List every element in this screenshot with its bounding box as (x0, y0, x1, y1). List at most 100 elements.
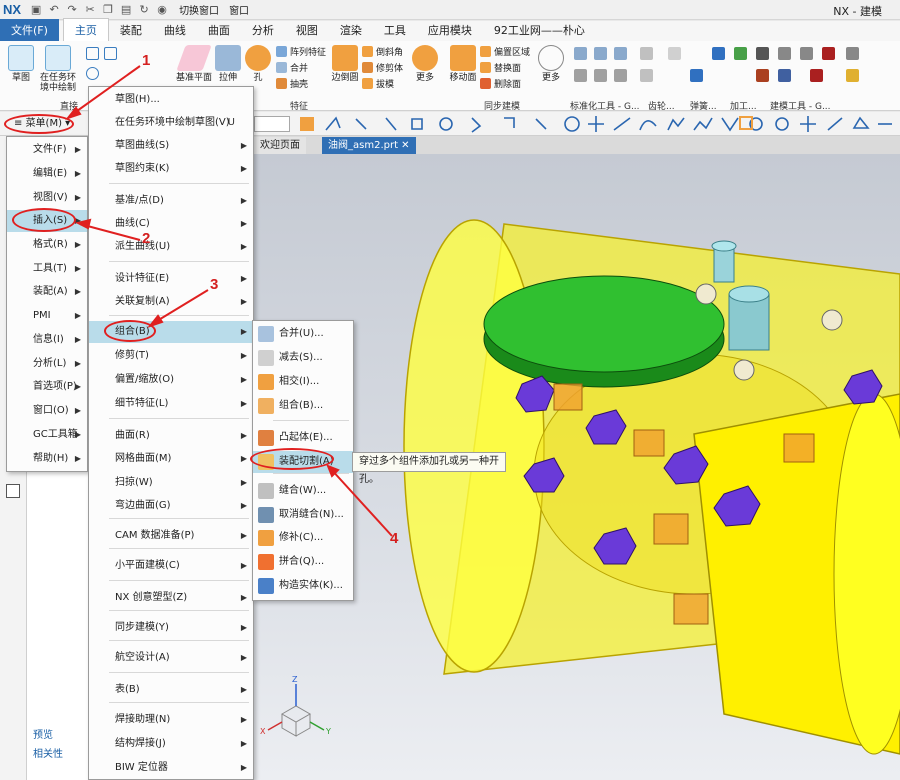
spring-tool-icon-2[interactable] (690, 69, 703, 82)
spring-tool-icon[interactable] (668, 47, 681, 60)
std-tool-icon-5[interactable] (594, 69, 607, 82)
modeling-tool-icon-6[interactable] (778, 69, 791, 82)
check-tool-icon[interactable] (734, 47, 747, 60)
insert-menu-item-22[interactable]: 表(B) ▶ (89, 679, 253, 701)
tab-analysis[interactable]: 分析 (241, 19, 285, 41)
insert-menu-item-11[interactable]: 偏置/缩放(O) ▶ (89, 369, 253, 391)
main-menu-item-12[interactable]: GC工具箱 ▶ (7, 424, 87, 446)
insert-menu-item-17[interactable]: CAM 数据准备(P) ▶ (89, 525, 253, 547)
pattern-feature-button[interactable]: 阵列特征 (276, 45, 326, 58)
combine-menu-item-9[interactable]: 拼合(Q)... (253, 551, 353, 573)
insert-menu-item-5[interactable]: 曲线(C) ▶ (89, 213, 253, 235)
insert-menu-item-0[interactable]: 草图(H)... (89, 89, 253, 111)
main-menu-item-0[interactable]: 文件(F) ▶ (7, 139, 87, 161)
combine-menu-item-3[interactable]: 组合(B)... (253, 395, 353, 417)
std-tool-icon-3[interactable] (614, 47, 627, 60)
insert-menu-item-23[interactable]: 焊接助理(N) ▶ (89, 709, 253, 731)
combine-menu-item-1[interactable]: 减去(S)... (253, 347, 353, 369)
switch-window-button[interactable]: 切换窗口 (179, 2, 219, 17)
undo-icon[interactable]: ↶ (47, 3, 61, 17)
main-menu-item-6[interactable]: 装配(A) ▶ (7, 281, 87, 303)
tab-surface[interactable]: 曲面 (197, 19, 241, 41)
std-tool-icon-6[interactable] (614, 69, 627, 82)
combine-menu-item-4[interactable]: 凸起体(E)... (253, 427, 353, 449)
main-menu-item-4[interactable]: 格式(R) ▶ (7, 234, 87, 256)
insert-menu-item-14[interactable]: 网格曲面(M) ▶ (89, 448, 253, 470)
tab-assembly[interactable]: 装配 (109, 19, 153, 41)
tab-curve[interactable]: 曲线 (153, 19, 197, 41)
preview-section[interactable]: 预览 (33, 726, 53, 741)
insert-menu-item-3[interactable]: 草图约束(K) ▶ (89, 158, 253, 180)
combine-menu-item-0[interactable]: 合并(U)... (253, 323, 353, 345)
insert-menu-item-8[interactable]: 关联复制(A) ▶ (89, 291, 253, 313)
main-menu-item-1[interactable]: 编辑(E) ▶ (7, 163, 87, 185)
replace-face-button[interactable]: 替换面 (480, 61, 521, 74)
hole-button[interactable]: 孔 (244, 45, 272, 83)
main-menu-item-10[interactable]: 首选项(P) ▶ (7, 376, 87, 398)
triangle-tool-icon[interactable] (756, 47, 769, 60)
insert-menu-item-10[interactable]: 修剪(T) ▶ (89, 345, 253, 367)
tab-file[interactable]: 文件(F) (0, 19, 59, 41)
main-menu-item-2[interactable]: 视图(V) ▶ (7, 187, 87, 209)
modeling-tool-icon-4[interactable] (846, 47, 859, 60)
modeling-tool-icon-1[interactable] (778, 47, 791, 60)
std-tool-icon-4[interactable] (574, 69, 587, 82)
insert-menu-item-1[interactable]: 在任务环境中绘制草图(V) U (89, 112, 253, 134)
tab-application[interactable]: 应用模块 (417, 19, 483, 41)
insert-menu-item-24[interactable]: 结构焊接(J) ▶ (89, 733, 253, 755)
combine-menu-item-6[interactable]: 缝合(W)... (253, 480, 353, 502)
modeling-tool-icon-2[interactable] (800, 47, 813, 60)
insert-menu-item-20[interactable]: 同步建模(Y) ▶ (89, 617, 253, 639)
gear-tool-icon[interactable] (640, 47, 653, 60)
copy-icon[interactable]: ❐ (101, 3, 115, 17)
insert-menu-item-13[interactable]: 曲面(R) ▶ (89, 425, 253, 447)
task-sketch-button[interactable]: 在任务环 境中绘制 (38, 45, 78, 93)
insert-menu-item-15[interactable]: 扫掠(W) ▶ (89, 472, 253, 494)
insert-menu-item-18[interactable]: 小平面建模(C) ▶ (89, 555, 253, 577)
insert-menu-item-6[interactable]: 派生曲线(U) ▶ (89, 236, 253, 258)
tab-tools[interactable]: 工具 (373, 19, 417, 41)
offset-region-button[interactable]: 偏置区域 (480, 45, 530, 58)
main-menu-item-11[interactable]: 窗口(O) ▶ (7, 400, 87, 422)
edge-blend-button[interactable]: 边倒圆 (330, 45, 360, 83)
draft-button[interactable]: 拔模 (362, 77, 394, 90)
insert-menu-item-2[interactable]: 草图曲线(S) ▶ (89, 135, 253, 157)
more-feature-button[interactable]: 更多 (412, 45, 438, 83)
combine-menu-item-8[interactable]: 修补(C)... (253, 527, 353, 549)
sketch-button[interactable]: 草图 (6, 45, 36, 83)
line-icon[interactable] (86, 47, 99, 60)
tab-active-file[interactable]: 油阀_asm2.prt ✕ (322, 137, 416, 154)
combine-menu-item-2[interactable]: 相交(I)... (253, 371, 353, 393)
tab-home[interactable]: 主页 (62, 18, 109, 41)
selection-filter-dropdown[interactable] (254, 116, 290, 132)
repeat-command-icon[interactable]: ↻ (137, 3, 151, 17)
main-menu-item-8[interactable]: 信息(I) ▶ (7, 329, 87, 351)
extrude-button[interactable]: 拉伸 (214, 45, 242, 83)
insert-menu-item-16[interactable]: 弯边曲面(G) ▶ (89, 495, 253, 517)
modeling-tool-icon-7[interactable] (810, 69, 823, 82)
rectangle-icon[interactable] (104, 47, 117, 60)
std-tool-icon-2[interactable] (594, 47, 607, 60)
machining-tool-icon[interactable] (712, 47, 725, 60)
tab-view[interactable]: 视图 (285, 19, 329, 41)
chamfer-button[interactable]: 倒斜角 (362, 45, 403, 58)
trim-body-button[interactable]: 修剪体 (362, 61, 403, 74)
paste-icon[interactable]: ▤ (119, 3, 133, 17)
delete-face-button[interactable]: 删除面 (480, 77, 521, 90)
combine-menu-item-7[interactable]: 取消缝合(N)... (253, 504, 353, 526)
std-tool-icon-1[interactable] (574, 47, 587, 60)
combine-menu-item-10[interactable]: 构造实体(K)... (253, 575, 353, 597)
move-face-button[interactable]: 移动面 (448, 45, 478, 83)
insert-menu-item-12[interactable]: 细节特征(L) ▶ (89, 393, 253, 415)
modeling-tool-icon-8[interactable] (846, 69, 859, 82)
gear-tool-icon-2[interactable] (640, 69, 653, 82)
insert-menu-item-19[interactable]: NX 创意塑型(Z) ▶ (89, 587, 253, 609)
main-menu-item-5[interactable]: 工具(T) ▶ (7, 258, 87, 280)
insert-menu-item-25[interactable]: BIW 定位器 ▶ (89, 757, 253, 779)
modeling-tool-icon-3[interactable] (822, 47, 835, 60)
redo-icon[interactable]: ↷ (65, 3, 79, 17)
main-menu-item-7[interactable]: PMI ▶ (7, 305, 87, 327)
reuse-library-icon[interactable] (6, 484, 20, 498)
more-sync-button[interactable]: 更多 (538, 45, 564, 83)
datum-plane-button[interactable]: 基准平面 (172, 45, 216, 83)
